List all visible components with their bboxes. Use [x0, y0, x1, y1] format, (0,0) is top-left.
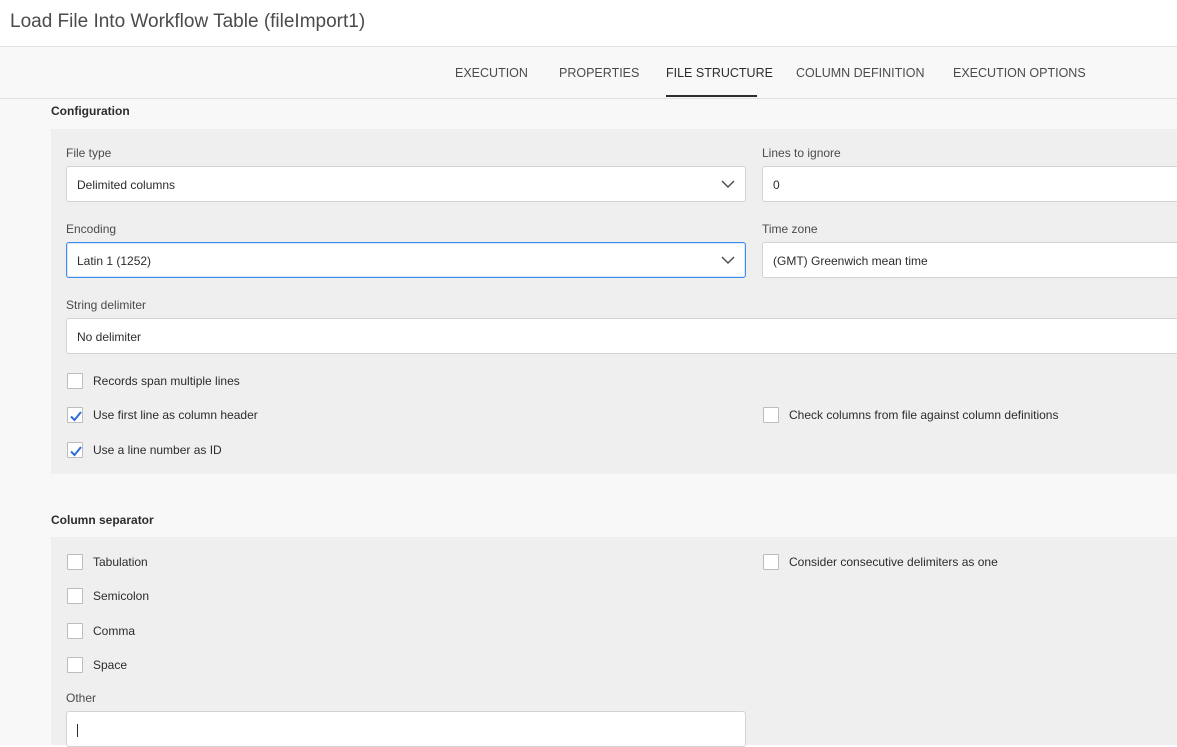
tabulation-label: Tabulation: [93, 555, 148, 569]
window-title: Load File Into Workflow Table (fileImpor…: [10, 11, 366, 32]
consecutive-delimiters-label: Consider consecutive delimiters as one: [789, 555, 998, 569]
line-number-id-label: Use a line number as ID: [93, 443, 222, 457]
title-bar: Load File Into Workflow Table (fileImpor…: [0, 0, 1177, 47]
records-span-checkbox[interactable]: [67, 373, 83, 389]
tab-column-definition[interactable]: COLUMN DEFINITION: [796, 66, 924, 80]
space-checkbox[interactable]: [67, 657, 83, 673]
column-separator-panel: Tabulation Consider consecutive delimite…: [51, 537, 1177, 747]
comma-label: Comma: [93, 624, 136, 638]
time-zone-label: Time zone: [762, 222, 818, 236]
configuration-section-title: Configuration: [51, 104, 130, 118]
checkmark-icon: [70, 446, 82, 457]
tab-file-structure[interactable]: FILE STRUCTURE: [666, 66, 773, 80]
encoding-value: Latin 1 (1252): [77, 254, 152, 268]
configuration-panel: File type Delimited columns Lines to ign…: [51, 129, 1177, 474]
other-label: Other: [66, 691, 97, 705]
chevron-down-icon: [721, 256, 735, 264]
records-span-label: Records span multiple lines: [93, 374, 240, 388]
check-columns-checkbox[interactable]: [763, 407, 779, 423]
chevron-down-icon: [721, 180, 735, 188]
column-separator-section-title: Column separator: [51, 513, 154, 527]
semicolon-checkbox[interactable]: [67, 588, 83, 604]
active-tab-indicator: [666, 95, 757, 97]
tab-execution[interactable]: EXECUTION: [455, 66, 528, 80]
tabulation-checkbox[interactable]: [67, 554, 83, 570]
string-delimiter-label: String delimiter: [66, 298, 147, 312]
comma-checkbox[interactable]: [67, 623, 83, 639]
consecutive-delimiters-checkbox[interactable]: [763, 554, 779, 570]
time-zone-value: (GMT) Greenwich mean time: [773, 254, 928, 268]
line-number-id-checkbox[interactable]: [67, 442, 83, 458]
content-area: Configuration File type Delimited column…: [0, 99, 1177, 747]
space-label: Space: [93, 658, 128, 672]
tab-execution-options[interactable]: EXECUTION OPTIONS: [953, 66, 1086, 80]
first-line-header-label: Use first line as column header: [93, 408, 258, 422]
check-columns-label: Check columns from file against column d…: [789, 408, 1059, 422]
tab-properties[interactable]: PROPERTIES: [559, 66, 639, 80]
checkmark-icon: [70, 411, 82, 422]
encoding-select[interactable]: Latin 1 (1252): [66, 242, 746, 278]
string-delimiter-select[interactable]: No delimiter: [66, 318, 1177, 354]
lines-to-ignore-value: 0: [773, 178, 780, 192]
text-cursor: [77, 724, 78, 737]
first-line-header-checkbox[interactable]: [67, 407, 83, 423]
file-type-value: Delimited columns: [77, 178, 176, 192]
file-type-label: File type: [66, 146, 112, 160]
other-input[interactable]: [66, 711, 746, 747]
encoding-label: Encoding: [66, 222, 117, 236]
time-zone-select[interactable]: (GMT) Greenwich mean time: [762, 242, 1177, 278]
string-delimiter-value: No delimiter: [77, 330, 142, 344]
file-type-select[interactable]: Delimited columns: [66, 166, 746, 202]
lines-to-ignore-label: Lines to ignore: [762, 146, 841, 160]
tab-bar: EXECUTION PROPERTIES FILE STRUCTURE COLU…: [0, 47, 1177, 99]
lines-to-ignore-input[interactable]: 0: [762, 166, 1177, 202]
semicolon-label: Semicolon: [93, 589, 150, 603]
